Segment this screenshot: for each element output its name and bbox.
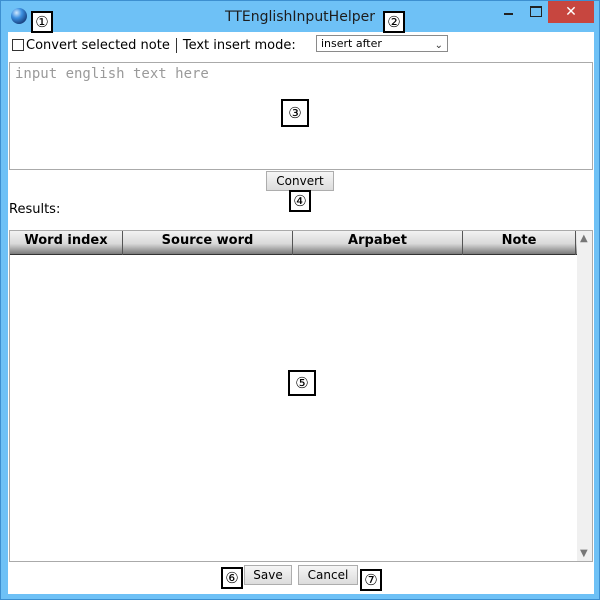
callout-2: ② [383,11,405,33]
callout-1: ① [31,11,53,33]
column-header-word-index[interactable]: Word index [10,231,123,255]
callout-6: ⑥ [221,567,243,589]
app-window: TTEnglishInputHelper ✕ Convert selected … [0,0,600,600]
column-header-source-word[interactable]: Source word [123,231,293,255]
table-header: Word index Source word Arpabet Note [10,231,578,255]
insert-mode-value: insert after [321,37,382,50]
convert-selected-checkbox[interactable] [12,39,24,51]
options-row: Convert selected note Text insert mode: [12,35,296,55]
cancel-button[interactable]: Cancel [298,565,358,585]
close-button[interactable]: ✕ [548,1,594,23]
maximize-button[interactable] [522,1,548,23]
minimize-button[interactable] [495,1,521,23]
save-button[interactable]: Save [244,565,292,585]
column-header-arpabet[interactable]: Arpabet [293,231,463,255]
scroll-up-icon[interactable]: ▲ [580,233,588,244]
convert-selected-label[interactable]: Convert selected note [26,38,170,53]
chevron-down-icon: ⌄ [434,40,443,51]
scroll-down-icon[interactable]: ▼ [580,548,588,559]
callout-5: ⑤ [288,370,316,396]
vertical-scrollbar[interactable]: ▲ ▼ [577,231,592,561]
divider [175,37,177,53]
convert-button[interactable]: Convert [266,171,334,191]
results-label: Results: [9,202,61,217]
input-placeholder: input english text here [15,66,209,82]
column-header-note[interactable]: Note [463,231,576,255]
callout-7: ⑦ [360,569,382,591]
callout-3: ③ [281,99,309,127]
results-table[interactable]: Word index Source word Arpabet Note ▲ ▼ [9,230,593,562]
title-bar[interactable]: TTEnglishInputHelper ✕ [1,1,599,31]
callout-4: ④ [289,190,311,212]
text-insert-mode-label: Text insert mode: [182,37,296,53]
insert-mode-select[interactable]: insert after ⌄ [316,35,448,52]
